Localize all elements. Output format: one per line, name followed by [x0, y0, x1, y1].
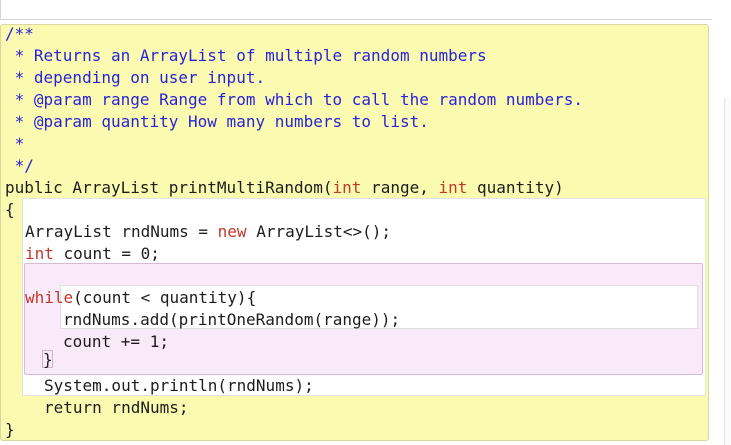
code-line-15: count += 1; [63, 332, 169, 351]
keyword-while: while [25, 288, 74, 307]
code-line-18: return rndNums; [44, 398, 189, 417]
code-line-2: * Returns an ArrayList of multiple rando… [5, 46, 487, 65]
keyword-int: int [332, 178, 362, 197]
code-line-16: } [43, 350, 53, 369]
scrollbar-track[interactable] [724, 98, 730, 445]
code-line-1: /** [5, 24, 34, 43]
code-line-4: * @param range Range from which to call … [5, 90, 583, 109]
code-line-11: int count = 0; [25, 243, 160, 265]
code-line-8: public ArrayList printMultiRandom(int ra… [5, 177, 564, 199]
code-line-5: * @param quantity How many numbers to li… [5, 112, 429, 131]
statement-text: count = 0; [53, 244, 160, 263]
top-frame [0, 0, 714, 20]
code-line-3: * depending on user input. [5, 68, 266, 87]
keyword-int: int [25, 244, 54, 263]
statement-text: (count < quantity){ [73, 288, 257, 307]
signature-text: quantity) [467, 178, 564, 197]
code-line-17: System.out.println(rndNums); [44, 376, 314, 395]
code-line-19: } [5, 420, 15, 439]
signature-text: public ArrayList printMultiRandom( [5, 178, 333, 197]
statement-text: ArrayList<>(); [246, 222, 392, 241]
statement-text: ArrayList rndNums = [25, 222, 218, 241]
code-line-9: { [5, 200, 15, 219]
keyword-new: new [217, 222, 247, 241]
code-line-6: * [5, 134, 25, 153]
code-line-14: rndNums.add(printOneRandom(range)); [63, 310, 401, 329]
keyword-int: int [438, 178, 468, 197]
code-line-7: */ [5, 156, 34, 175]
code-line-13: while(count < quantity){ [25, 287, 256, 309]
code-line-10: ArrayList rndNums = new ArrayList<>(); [25, 221, 391, 243]
signature-text: range, [361, 178, 439, 197]
